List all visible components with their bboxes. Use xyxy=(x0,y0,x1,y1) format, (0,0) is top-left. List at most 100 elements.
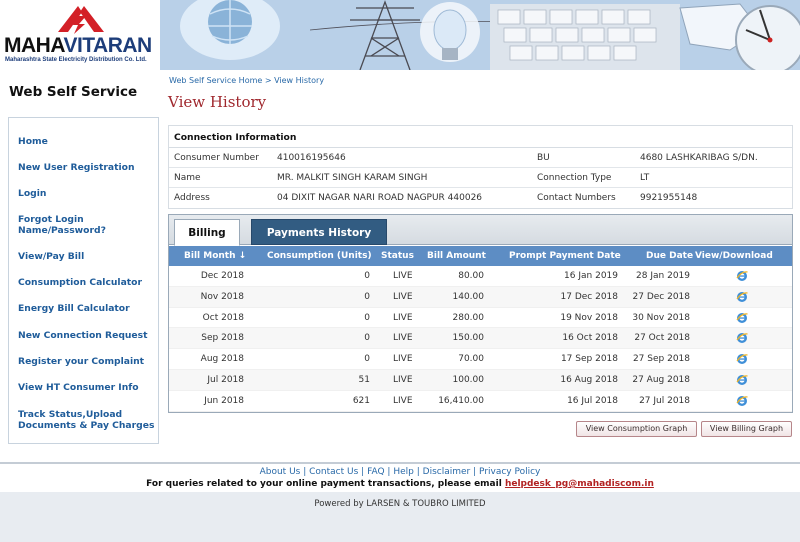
cell-bill-month: Sep 2018 xyxy=(201,333,244,344)
tab-bar: Billing Payments History xyxy=(169,215,792,246)
cell-status: LIVE xyxy=(393,333,413,344)
cell-consumption: 51 xyxy=(358,374,370,385)
cell-consumption: 0 xyxy=(364,271,370,281)
cell-due-date: 27 Jul 2018 xyxy=(639,395,690,406)
ie-icon[interactable] xyxy=(736,353,748,365)
sidebar-item-forgot-login[interactable]: Forgot Login Name/Password? xyxy=(18,214,138,236)
connection-info-heading: Connection Information xyxy=(169,126,792,148)
ie-icon[interactable] xyxy=(736,270,748,282)
footer-link-privacy-policy[interactable]: Privacy Policy xyxy=(479,467,540,477)
cell-bill-amount: 140.00 xyxy=(452,291,485,302)
connection-value: 410016195646 xyxy=(277,153,346,163)
footer-separator: | xyxy=(387,467,391,477)
cell-bill-amount: 70.00 xyxy=(458,354,484,365)
breadcrumb[interactable]: Web Self Service Home > View History xyxy=(169,76,324,85)
cell-bill-month: Jul 2018 xyxy=(207,374,244,385)
sidebar-item-consumption-calculator[interactable]: Consumption Calculator xyxy=(18,277,142,288)
connection-label: Connection Type xyxy=(537,173,612,183)
cell-status: LIVE xyxy=(393,291,413,302)
helpdesk-email-link[interactable]: helpdesk_pg@mahadiscom.in xyxy=(505,479,654,489)
cell-prompt-payment-date: 16 Jan 2019 xyxy=(564,271,618,281)
footer-query-text: For queries related to your online payme… xyxy=(146,479,502,489)
connection-row: Address 04 DIXIT NAGAR NARI ROAD NAGPUR … xyxy=(169,188,792,208)
view-consumption-graph-button[interactable]: View Consumption Graph xyxy=(576,421,697,437)
cell-bill-month: Aug 2018 xyxy=(200,354,244,365)
footer-link-faq[interactable]: FAQ xyxy=(367,467,384,477)
site-title: Web Self Service xyxy=(9,84,138,100)
table-row: Nov 2018 0 LIVE 140.00 17 Dec 2018 27 Dec 201… xyxy=(169,286,792,308)
cell-status: LIVE xyxy=(393,374,413,385)
cell-due-date: 27 Oct 2018 xyxy=(634,333,690,344)
col-due-date[interactable]: Due Date xyxy=(646,251,693,261)
billing-table-body: Dec 2018 0 LIVE 80.00 16 Jan 2019 28 Jan 2019… xyxy=(169,266,792,412)
connection-info-panel: Connection Information Consumer Number 4… xyxy=(168,125,793,209)
tab-payments-history[interactable]: Payments History xyxy=(251,219,387,245)
billing-table: Bill Month ↓ Consumption (Units) Status … xyxy=(169,246,792,412)
cell-due-date: 27 Aug 2018 xyxy=(632,374,690,385)
connection-value: 04 DIXIT NAGAR NARI ROAD NAGPUR 440026 xyxy=(277,193,483,203)
tab-billing[interactable]: Billing xyxy=(174,219,240,246)
cell-prompt-payment-date: 16 Aug 2018 xyxy=(560,374,618,385)
header: MAHAVITARAN Maharashtra State Electricit… xyxy=(0,0,800,70)
cell-bill-month: Nov 2018 xyxy=(200,291,244,302)
footer-separator: | xyxy=(416,467,420,477)
connection-value: MR. MALKIT SINGH KARAM SINGH xyxy=(277,173,428,183)
view-billing-graph-button[interactable]: View Billing Graph xyxy=(701,421,792,437)
col-bill-month[interactable]: Bill Month ↓ xyxy=(184,251,246,261)
sidebar-item-new-connection-request[interactable]: New Connection Request xyxy=(18,330,148,341)
brand-tagline: Maharashtra State Electricity Distributi… xyxy=(5,57,147,63)
mahavitaran-logo[interactable]: MAHAVITARAN Maharashtra State Electricit… xyxy=(0,0,160,70)
cell-consumption: 0 xyxy=(364,291,370,302)
col-consumption[interactable]: Consumption (Units) xyxy=(267,251,372,261)
sidebar-item-new-user-registration[interactable]: New User Registration xyxy=(18,162,135,173)
cell-bill-amount: 280.00 xyxy=(452,312,485,323)
ie-icon[interactable] xyxy=(736,395,748,407)
connection-row: Name MR. MALKIT SINGH KARAM SINGH Connec… xyxy=(169,168,792,188)
footer-link-disclaimer[interactable]: Disclaimer xyxy=(423,467,471,477)
footer-link-about-us[interactable]: About Us xyxy=(260,467,301,477)
sidebar-item-register-complaint[interactable]: Register your Complaint xyxy=(18,356,144,367)
cell-status: LIVE xyxy=(393,395,413,406)
cell-consumption: 621 xyxy=(352,395,370,406)
cell-due-date: 30 Nov 2018 xyxy=(632,312,690,323)
cell-bill-amount: 80.00 xyxy=(458,271,484,281)
cell-prompt-payment-date: 16 Oct 2018 xyxy=(562,333,618,344)
cell-status: LIVE xyxy=(393,354,413,365)
col-prompt-payment-date[interactable]: Prompt Payment Date xyxy=(509,251,621,261)
ie-icon[interactable] xyxy=(736,291,748,303)
ie-icon[interactable] xyxy=(736,374,748,386)
cell-due-date: 27 Sep 2018 xyxy=(632,354,690,365)
cell-status: LIVE xyxy=(393,271,413,281)
connection-value: 9921955148 xyxy=(640,193,698,203)
cell-prompt-payment-date: 19 Nov 2018 xyxy=(560,312,618,323)
lightning-logo-icon xyxy=(58,6,104,34)
sidebar-item-energy-bill-calculator[interactable]: Energy Bill Calculator xyxy=(18,303,130,314)
history-tabs-panel: Billing Payments History Bill Month ↓ Co… xyxy=(168,214,793,413)
ie-icon[interactable] xyxy=(736,332,748,344)
cell-bill-month: Oct 2018 xyxy=(202,312,244,323)
cell-bill-amount: 16,410.00 xyxy=(438,395,484,406)
table-row: Sep 2018 0 LIVE 150.00 16 Oct 2018 27 Oct 201… xyxy=(169,328,792,350)
cell-consumption: 0 xyxy=(364,354,370,365)
connection-value: 4680 LASHKARIBAG S/DN. xyxy=(640,153,758,163)
sidebar-item-track-status[interactable]: Track Status,Upload Documents & Pay Char… xyxy=(18,409,158,431)
footer-link-contact-us[interactable]: Contact Us xyxy=(309,467,358,477)
sidebar-item-ht-consumer-info[interactable]: View HT Consumer Info xyxy=(18,382,139,393)
sidebar-item-home[interactable]: Home xyxy=(18,136,48,147)
cell-due-date: 28 Jan 2019 xyxy=(636,271,690,281)
footer-separator: | xyxy=(361,467,365,477)
page-title: View History xyxy=(168,93,267,111)
sidebar-item-login[interactable]: Login xyxy=(18,188,46,199)
sidebar-item-view-pay-bill[interactable]: View/Pay Bill xyxy=(18,251,84,262)
connection-label: Consumer Number xyxy=(174,153,259,163)
cell-status: LIVE xyxy=(393,312,413,323)
ie-icon[interactable] xyxy=(736,312,748,324)
cell-prompt-payment-date: 17 Dec 2018 xyxy=(560,291,619,302)
connection-label: Contact Numbers xyxy=(537,193,616,203)
powered-by: Powered by LARSEN & TOUBRO LIMITED xyxy=(314,499,486,509)
col-bill-amount[interactable]: Bill Amount xyxy=(427,251,486,261)
cell-bill-month: Jun 2018 xyxy=(204,395,244,406)
col-status[interactable]: Status xyxy=(381,251,414,261)
footer-link-help[interactable]: Help xyxy=(393,467,414,477)
sidebar: Home New User Registration Login Forgot … xyxy=(8,117,159,444)
